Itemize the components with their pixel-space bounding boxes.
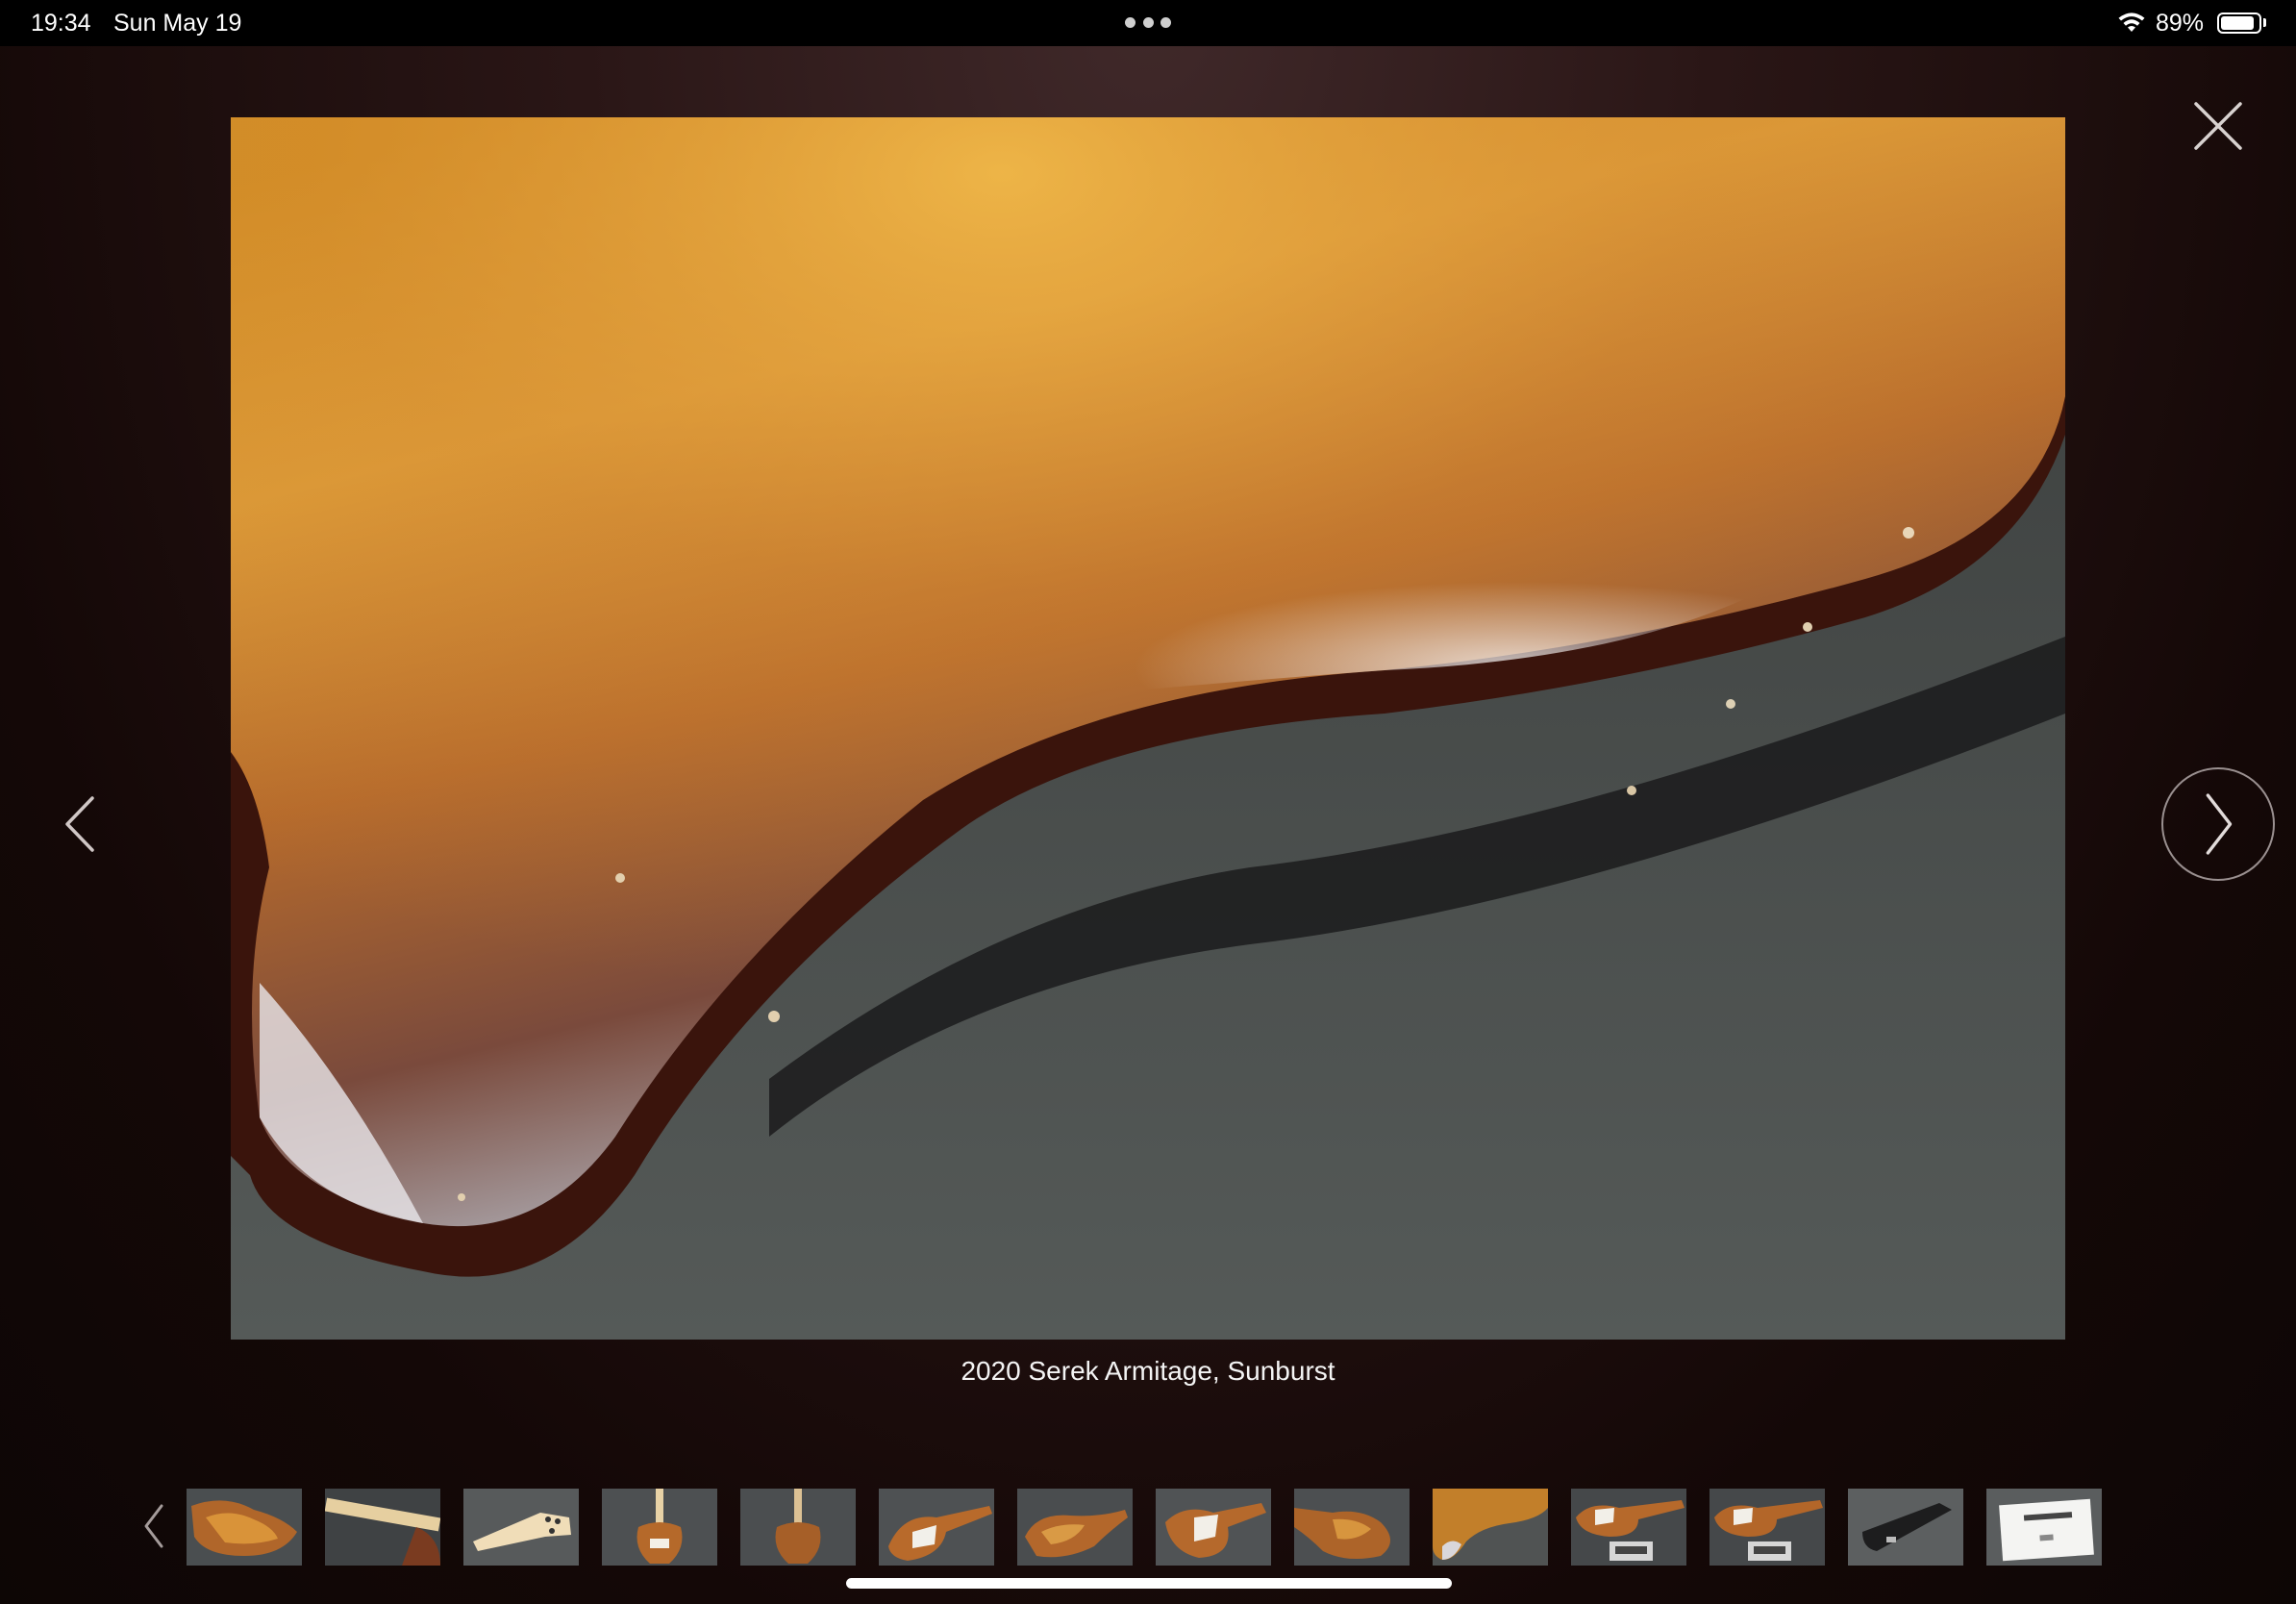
thumbnails-previous-button[interactable]: [140, 1502, 167, 1550]
status-bar: 19:34 Sun May 19 89%: [0, 0, 2296, 46]
thumbnail[interactable]: [602, 1489, 717, 1566]
thumbnail[interactable]: [879, 1489, 994, 1566]
thumbnail[interactable]: [740, 1489, 856, 1566]
thumbnail[interactable]: [1156, 1489, 1271, 1566]
thumbnail[interactable]: [1986, 1489, 2102, 1566]
thumbnail[interactable]: [1848, 1489, 1963, 1566]
previous-photo-button[interactable]: [52, 781, 106, 867]
wifi-icon: [2118, 13, 2145, 32]
status-time: 19:34: [31, 10, 91, 37]
chevron-right-icon: [2206, 793, 2233, 855]
next-photo-button[interactable]: [2161, 767, 2275, 881]
thumbnail[interactable]: [1017, 1489, 1133, 1566]
battery-icon: [2217, 13, 2261, 34]
chevron-left-icon: [65, 796, 94, 852]
thumbnail[interactable]: [187, 1489, 302, 1566]
photo-caption: 2020 Serek Armitage, Sunburst: [961, 1356, 1335, 1386]
status-date: Sun May 19: [113, 10, 242, 37]
multitasking-dots-icon[interactable]: [1125, 17, 1171, 29]
battery-nub: [2263, 18, 2266, 27]
battery-percentage: 89%: [2156, 10, 2205, 37]
home-indicator[interactable]: [846, 1578, 1452, 1589]
main-photo: [231, 117, 2065, 1340]
close-icon[interactable]: [2184, 92, 2252, 160]
thumbnail[interactable]: [1433, 1489, 1548, 1566]
thumbnail[interactable]: [1571, 1489, 1686, 1566]
thumbnail[interactable]: [1710, 1489, 1825, 1566]
chevron-left-icon: [144, 1504, 163, 1548]
thumbnail[interactable]: [463, 1489, 579, 1566]
thumbnail[interactable]: [325, 1489, 440, 1566]
thumbnail-strip: [187, 1489, 2102, 1566]
thumbnail[interactable]: [1294, 1489, 1410, 1566]
